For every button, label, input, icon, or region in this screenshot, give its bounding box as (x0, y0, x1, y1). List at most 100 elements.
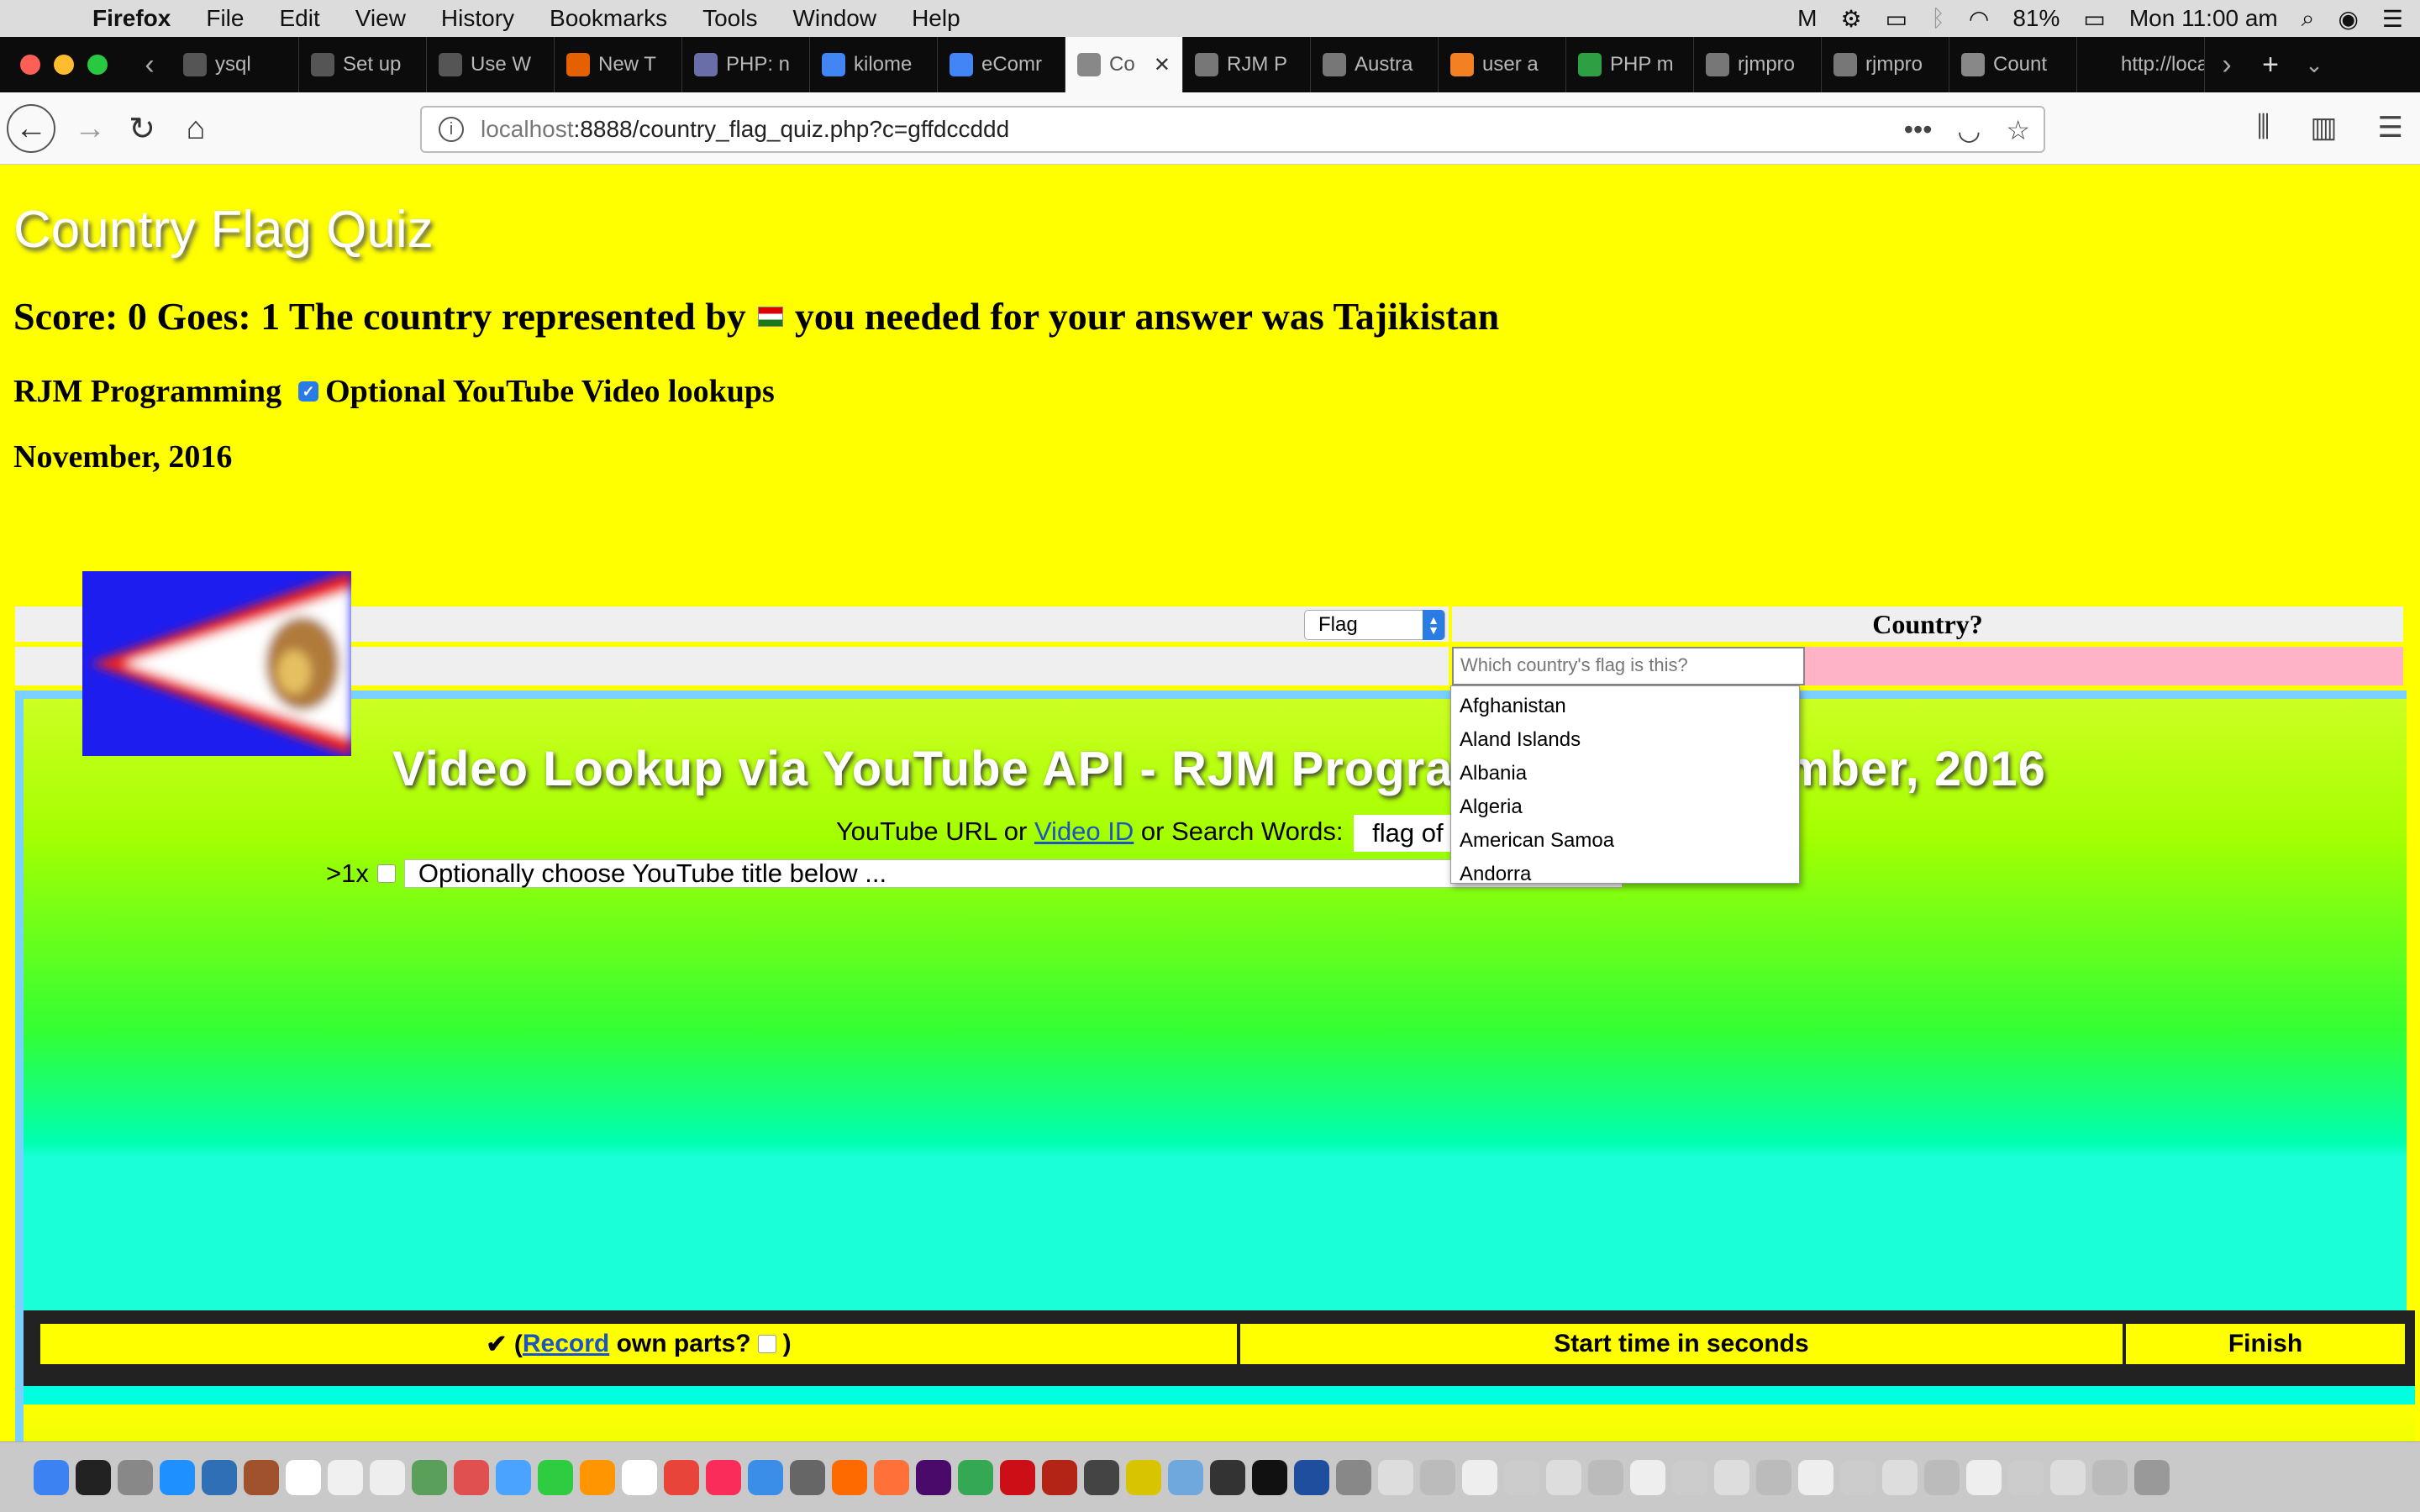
tab-scroll-right-icon[interactable]: › (2205, 49, 2249, 81)
dock-app-icon[interactable] (2134, 1459, 2170, 1495)
browser-tab[interactable]: Set up (299, 37, 427, 92)
country-option-afghanistan[interactable]: Afghanistan (1451, 690, 1799, 723)
forward-button[interactable]: → (66, 104, 114, 153)
dock-app-icon[interactable] (1588, 1459, 1623, 1495)
dock-app-icon[interactable] (1084, 1459, 1119, 1495)
dock-app-icon[interactable] (328, 1459, 363, 1495)
page-actions-icon[interactable]: ••• (1904, 114, 1933, 146)
dock-app-icon[interactable] (454, 1459, 489, 1495)
reload-button[interactable]: ↻ (118, 104, 166, 153)
dock-app-icon[interactable] (958, 1459, 993, 1495)
dock-app-icon[interactable] (1966, 1459, 2002, 1495)
browser-tab[interactable]: Count (1949, 37, 2077, 92)
dock-app-icon[interactable] (1840, 1459, 1876, 1495)
bookmark-star-icon[interactable]: ☆ (2006, 114, 2030, 146)
dock-app-icon[interactable] (1042, 1459, 1077, 1495)
clock[interactable]: Mon 11:00 am (2129, 5, 2278, 32)
youtube-title-select[interactable]: Optionally choose YouTube title below ..… (403, 859, 1623, 888)
dock-app-icon[interactable] (2092, 1459, 2128, 1495)
zoom-window-button[interactable] (87, 55, 108, 75)
dock-app-icon[interactable] (1462, 1459, 1497, 1495)
country-option-american-samoa[interactable]: American Samoa (1451, 824, 1799, 858)
youtube-lookup-checkbox[interactable]: ✓ (298, 381, 319, 402)
sidebar-icon[interactable]: ▥ (2310, 111, 2337, 144)
multi-checkbox[interactable] (376, 864, 396, 883)
dock-app-icon[interactable] (1924, 1459, 1960, 1495)
menu-view[interactable]: View (355, 5, 406, 32)
dock-app-icon[interactable] (370, 1459, 405, 1495)
dock-app-icon[interactable] (706, 1459, 741, 1495)
dock-app-icon[interactable] (1000, 1459, 1035, 1495)
dock-app-icon[interactable] (76, 1459, 111, 1495)
dock-app-icon[interactable] (286, 1459, 321, 1495)
battery-icon[interactable]: ▭ (2083, 5, 2105, 33)
dock-app-icon[interactable] (1168, 1459, 1203, 1495)
video-id-link[interactable]: Video ID (1034, 816, 1134, 846)
country-option-aland-islands[interactable]: Aland Islands (1451, 723, 1799, 757)
tab-list-dropdown-icon[interactable]: ⌄ (2292, 52, 2336, 78)
dock-app-icon[interactable] (832, 1459, 867, 1495)
menu-bookmarks[interactable]: Bookmarks (550, 5, 667, 32)
flag-mode-select[interactable]: Flag ▲ ▼ (1304, 610, 1445, 640)
menu-window[interactable]: Window (792, 5, 876, 32)
menu-app-firefox[interactable]: Firefox (92, 5, 171, 32)
menu-help[interactable]: Help (912, 5, 960, 32)
country-option-andorra[interactable]: Andorra (1451, 858, 1799, 891)
spotlight-search-icon[interactable]: ⌕ (2302, 5, 2315, 33)
menu-file[interactable]: File (206, 5, 244, 32)
address-bar[interactable]: i localhost:8888/country_flag_quiz.php?c… (420, 106, 2045, 153)
dock-app-icon[interactable] (160, 1459, 195, 1495)
browser-tab[interactable]: http://loca (2077, 37, 2205, 92)
country-answer-input[interactable]: Which country's flag is this? (1452, 647, 1805, 685)
wifi-icon[interactable]: ◠ (1969, 5, 1989, 33)
dock-app-icon[interactable] (622, 1459, 657, 1495)
pocket-icon[interactable]: ◡ (1957, 114, 1981, 146)
close-tab-icon[interactable]: ✕ (1154, 53, 1171, 77)
tab-scroll-left-icon[interactable]: ‹ (128, 49, 171, 81)
browser-tab[interactable]: kilome (810, 37, 938, 92)
notification-center-icon[interactable]: ☰ (2382, 5, 2403, 33)
dock-app-icon[interactable] (34, 1459, 69, 1495)
dock-app-icon[interactable] (1882, 1459, 1918, 1495)
dock-app-icon[interactable] (790, 1459, 825, 1495)
country-option-algeria[interactable]: Algeria (1451, 790, 1799, 824)
settings-icon[interactable]: ⚙ (1841, 5, 1862, 33)
back-button[interactable]: ← (7, 104, 55, 153)
airplay-icon[interactable]: ▭ (1886, 5, 1907, 33)
dock-app-icon[interactable] (244, 1459, 279, 1495)
browser-tab[interactable]: rjmpro (1822, 37, 1949, 92)
dock-app-icon[interactable] (874, 1459, 909, 1495)
dock-app-icon[interactable] (916, 1459, 951, 1495)
dock-app-icon[interactable] (1672, 1459, 1707, 1495)
dock-app-icon[interactable] (412, 1459, 447, 1495)
siri-icon[interactable]: ◉ (2338, 5, 2358, 33)
browser-tab[interactable]: ysql (171, 37, 299, 92)
dock-app-icon[interactable] (496, 1459, 531, 1495)
browser-tab[interactable]: rjmpro (1694, 37, 1822, 92)
dock-app-icon[interactable] (1336, 1459, 1371, 1495)
dock-app-icon[interactable] (118, 1459, 153, 1495)
minimize-window-button[interactable] (54, 55, 74, 75)
dock-app-icon[interactable] (1252, 1459, 1287, 1495)
hamburger-menu-icon[interactable]: ☰ (2378, 111, 2403, 144)
browser-tab[interactable]: PHP m (1566, 37, 1694, 92)
address-url[interactable]: localhost:8888/country_flag_quiz.php?c=g… (481, 116, 1009, 143)
dock-app-icon[interactable] (748, 1459, 783, 1495)
site-info-icon[interactable]: i (439, 117, 464, 142)
dock-app-icon[interactable] (1798, 1459, 1833, 1495)
dock-app-icon[interactable] (2050, 1459, 2086, 1495)
browser-tab[interactable]: eComr (938, 37, 1065, 92)
browser-tab[interactable]: New T (555, 37, 682, 92)
dock-app-icon[interactable] (202, 1459, 237, 1495)
dock-app-icon[interactable] (1294, 1459, 1329, 1495)
library-icon[interactable]: ⫼ (2257, 111, 2270, 144)
bluetooth-icon[interactable]: ᛒ (1931, 5, 1945, 32)
browser-tab[interactable]: RJM P (1183, 37, 1311, 92)
dock-app-icon[interactable] (1504, 1459, 1539, 1495)
dock-app-icon[interactable] (664, 1459, 699, 1495)
dock-app-icon[interactable] (1546, 1459, 1581, 1495)
browser-tab[interactable]: Austra (1311, 37, 1439, 92)
dock-app-icon[interactable] (1210, 1459, 1245, 1495)
menu-history[interactable]: History (441, 5, 514, 32)
browser-tab[interactable]: Use W (427, 37, 555, 92)
